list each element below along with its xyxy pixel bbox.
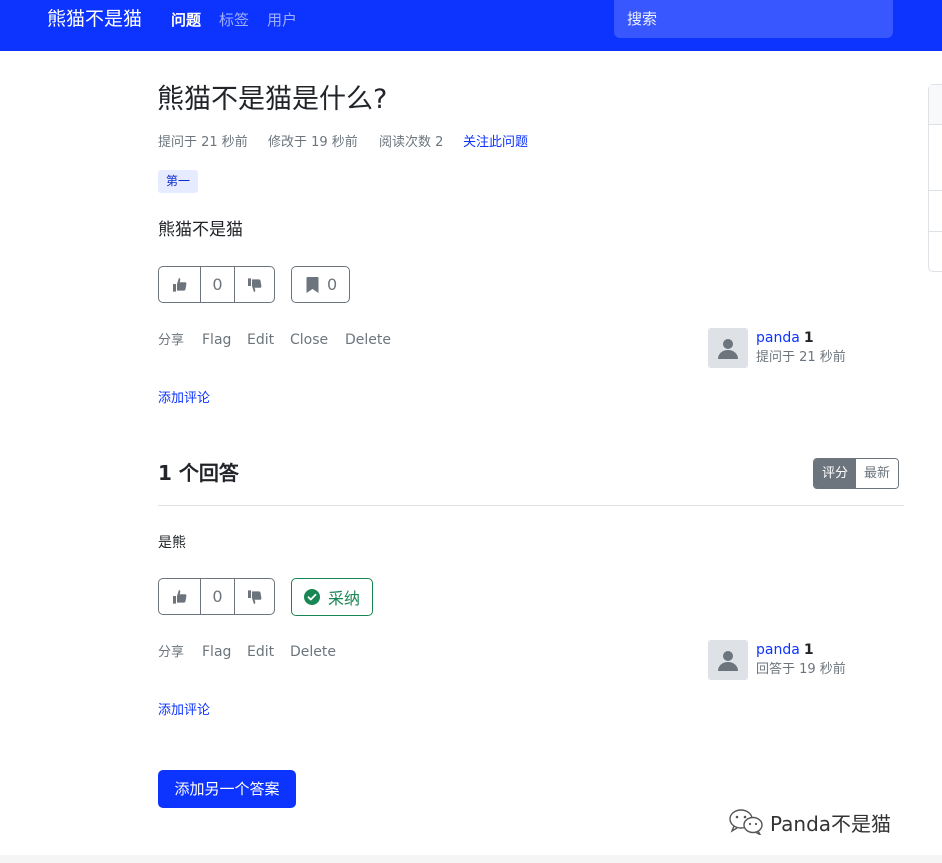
author-name-text[interactable]: panda xyxy=(756,642,800,658)
page-footer-band xyxy=(0,855,942,863)
answer-flag-link[interactable]: Flag xyxy=(202,642,231,662)
thumbs-down-icon xyxy=(247,277,261,292)
question-vote-count: 0 xyxy=(200,267,234,302)
sidebar-card-divider xyxy=(929,190,942,191)
site-brand[interactable]: 熊猫不是猫 xyxy=(47,8,142,30)
question-author-avatar[interactable] xyxy=(708,328,748,368)
sidebar-card xyxy=(928,84,942,272)
follow-question-link[interactable]: 关注此问题 xyxy=(463,134,528,152)
nav-link-tags[interactable]: 标签 xyxy=(219,10,249,30)
question-edit-link[interactable]: Edit xyxy=(247,330,274,350)
answers-heading: 1 个回答 xyxy=(158,461,239,485)
answer-body: 是熊 xyxy=(158,535,186,551)
answer-upvote-button[interactable] xyxy=(159,579,200,614)
answer-share-link[interactable]: 分享 xyxy=(158,643,184,663)
question-add-comment-link[interactable]: 添加评论 xyxy=(158,390,210,408)
accept-label: 采纳 xyxy=(328,589,361,608)
answer-downvote-button[interactable] xyxy=(234,579,274,614)
answer-author-time: 回答于 19 秒前 xyxy=(756,662,846,677)
question-vote-group: 0 xyxy=(158,266,275,303)
user-icon xyxy=(718,339,738,359)
answer-author-avatar[interactable] xyxy=(708,640,748,680)
author-name-text[interactable]: panda xyxy=(756,330,800,346)
check-circle-icon xyxy=(304,589,320,605)
nav-link-questions[interactable]: 问题 xyxy=(171,10,201,30)
answer-author-name[interactable]: panda 1 xyxy=(756,641,814,659)
question-flag-link[interactable]: Flag xyxy=(202,330,231,350)
answer-delete-link[interactable]: Delete xyxy=(290,642,336,662)
user-icon xyxy=(718,651,738,671)
author-reputation: 1 xyxy=(803,642,814,658)
question-modified-time[interactable]: 修改于 19 秒前 xyxy=(268,134,358,152)
watermark-text: Panda不是猫 xyxy=(770,811,892,836)
answers-divider xyxy=(158,505,904,506)
accept-answer-button[interactable]: 采纳 xyxy=(291,578,374,616)
question-title: 熊猫不是猫是什么? xyxy=(157,84,388,115)
bookmark-icon xyxy=(306,276,319,293)
question-body: 熊猫不是猫 xyxy=(158,220,243,240)
author-reputation: 1 xyxy=(803,330,814,346)
answer-vote-count: 0 xyxy=(200,579,234,614)
search-input[interactable] xyxy=(614,0,893,38)
wechat-watermark: Panda不是猫 xyxy=(728,806,891,838)
question-author-time: 提问于 21 秒前 xyxy=(756,350,846,365)
add-another-answer-button[interactable]: 添加另一个答案 xyxy=(158,770,296,808)
answer-sort-group: 评分 最新 xyxy=(813,458,900,489)
bookmark-count: 0 xyxy=(327,275,338,294)
question-downvote-button[interactable] xyxy=(234,267,274,302)
answer-add-comment-link[interactable]: 添加评论 xyxy=(158,702,210,720)
sidebar-card-divider xyxy=(929,231,942,232)
question-asked-time: 提问于 21 秒前 xyxy=(158,135,248,150)
thumbs-down-icon xyxy=(247,589,261,604)
question-delete-link[interactable]: Delete xyxy=(345,330,391,350)
top-navbar: 熊猫不是猫 问题 标签 用户 xyxy=(0,0,942,51)
answer-vote-group: 0 xyxy=(158,578,275,615)
bookmark-button[interactable]: 0 xyxy=(291,266,351,303)
thumbs-up-icon xyxy=(172,277,186,292)
question-view-count: 阅读次数 2 xyxy=(379,135,444,150)
question-upvote-button[interactable] xyxy=(159,267,200,302)
question-share-link[interactable]: 分享 xyxy=(158,331,184,351)
sort-by-score-button[interactable]: 评分 xyxy=(814,459,857,488)
question-close-link[interactable]: Close xyxy=(290,330,328,350)
thumbs-up-icon xyxy=(172,589,186,604)
wechat-icon xyxy=(729,809,763,835)
question-author-name[interactable]: panda 1 xyxy=(756,329,814,347)
answer-edit-link[interactable]: Edit xyxy=(247,642,274,662)
nav-link-users[interactable]: 用户 xyxy=(267,10,297,30)
question-tag[interactable]: 第一 xyxy=(158,170,199,193)
sidebar-card-header xyxy=(929,85,942,125)
sort-by-newest-button[interactable]: 最新 xyxy=(856,459,899,488)
